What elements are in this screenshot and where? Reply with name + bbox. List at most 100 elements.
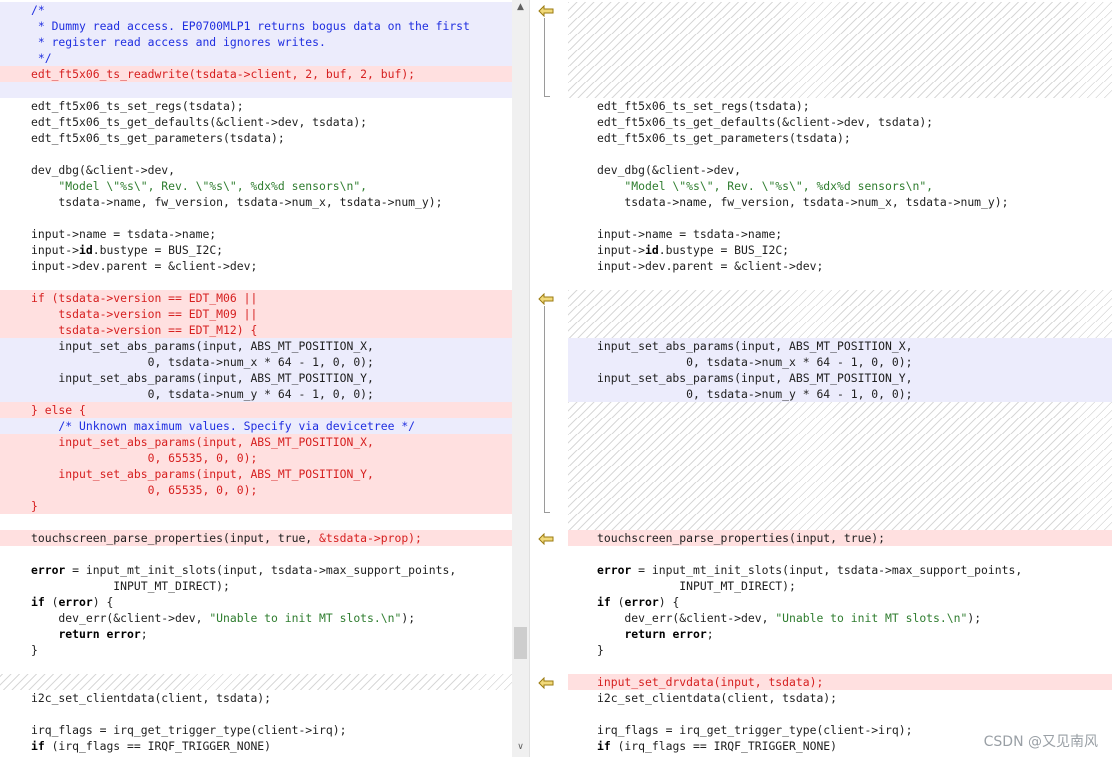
code-line[interactable]: [0, 210, 512, 226]
code-line[interactable]: dev_dbg(&client->dev,: [568, 162, 1112, 178]
code-line[interactable]: if (error) {: [568, 594, 1112, 610]
code-line[interactable]: * register read access and ignores write…: [0, 34, 512, 50]
code-line[interactable]: }: [568, 642, 1112, 658]
code-line[interactable]: [568, 434, 1112, 450]
code-line[interactable]: [0, 674, 512, 690]
code-line[interactable]: [568, 546, 1112, 562]
code-line[interactable]: edt_ft5x06_ts_get_defaults(&client->dev,…: [568, 114, 1112, 130]
arrow-left-icon[interactable]: [538, 533, 554, 545]
code-line[interactable]: [568, 18, 1112, 34]
code-line[interactable]: [568, 706, 1112, 722]
code-line[interactable]: i2c_set_clientdata(client, tsdata);: [0, 690, 512, 706]
left-diff-pane[interactable]: /* * Dummy read access. EP0700MLP1 retur…: [0, 0, 512, 757]
code-line[interactable]: input->dev.parent = &client->dev;: [0, 258, 512, 274]
code-line[interactable]: * Dummy read access. EP0700MLP1 returns …: [0, 18, 512, 34]
code-line[interactable]: [568, 2, 1112, 18]
code-line[interactable]: error = input_mt_init_slots(input, tsdat…: [0, 562, 512, 578]
code-line[interactable]: "Model \"%s\", Rev. \"%s\", %dx%d sensor…: [0, 178, 512, 194]
code-line[interactable]: input->id.bustype = BUS_I2C;: [568, 242, 1112, 258]
code-line[interactable]: input_set_abs_params(input, ABS_MT_POSIT…: [568, 338, 1112, 354]
code-line[interactable]: tsdata->name, fw_version, tsdata->num_x,…: [568, 194, 1112, 210]
arrow-left-icon[interactable]: [538, 5, 554, 17]
code-line[interactable]: /*: [0, 2, 512, 18]
arrow-left-icon[interactable]: [538, 677, 554, 689]
code-line[interactable]: [568, 306, 1112, 322]
code-line[interactable]: [568, 66, 1112, 82]
code-line[interactable]: 0, tsdata->num_x * 64 - 1, 0, 0);: [568, 354, 1112, 370]
code-line[interactable]: [568, 402, 1112, 418]
vertical-scrollbar[interactable]: ▲ ∨: [512, 0, 529, 757]
code-line[interactable]: [568, 210, 1112, 226]
code-line[interactable]: 0, tsdata->num_y * 64 - 1, 0, 0);: [0, 386, 512, 402]
code-line[interactable]: /* Unknown maximum values. Specify via d…: [0, 418, 512, 434]
code-line[interactable]: [568, 450, 1112, 466]
code-line[interactable]: input_set_abs_params(input, ABS_MT_POSIT…: [0, 466, 512, 482]
code-line[interactable]: input_set_abs_params(input, ABS_MT_POSIT…: [568, 370, 1112, 386]
code-line[interactable]: edt_ft5x06_ts_get_parameters(tsdata);: [568, 130, 1112, 146]
code-line[interactable]: edt_ft5x06_ts_set_regs(tsdata);: [568, 98, 1112, 114]
code-line[interactable]: tsdata->version == EDT_M12) {: [0, 322, 512, 338]
code-line[interactable]: [568, 498, 1112, 514]
scroll-up-icon[interactable]: ▲: [514, 0, 527, 14]
code-line[interactable]: 0, 65535, 0, 0);: [0, 482, 512, 498]
code-line[interactable]: [568, 322, 1112, 338]
code-line[interactable]: */: [0, 50, 512, 66]
code-line[interactable]: [568, 658, 1112, 674]
code-line[interactable]: [568, 418, 1112, 434]
code-line[interactable]: i2c_set_clientdata(client, tsdata);: [568, 690, 1112, 706]
code-line[interactable]: input->dev.parent = &client->dev;: [568, 258, 1112, 274]
code-line[interactable]: [0, 82, 512, 98]
code-line[interactable]: edt_ft5x06_ts_set_regs(tsdata);: [0, 98, 512, 114]
code-line[interactable]: input->id.bustype = BUS_I2C;: [0, 242, 512, 258]
code-line[interactable]: [568, 34, 1112, 50]
code-line[interactable]: dev_dbg(&client->dev,: [0, 162, 512, 178]
code-line[interactable]: input->name = tsdata->name;: [568, 226, 1112, 242]
code-line[interactable]: 0, 65535, 0, 0);: [0, 450, 512, 466]
code-line[interactable]: 0, tsdata->num_x * 64 - 1, 0, 0);: [0, 354, 512, 370]
code-line[interactable]: [568, 146, 1112, 162]
code-line[interactable]: edt_ft5x06_ts_get_parameters(tsdata);: [0, 130, 512, 146]
code-line[interactable]: [0, 274, 512, 290]
code-line[interactable]: }: [0, 498, 512, 514]
code-line[interactable]: edt_ft5x06_ts_get_defaults(&client->dev,…: [0, 114, 512, 130]
code-line[interactable]: irq_flags = irq_get_trigger_type(client-…: [0, 722, 512, 738]
code-line[interactable]: return error;: [0, 626, 512, 642]
code-line[interactable]: touchscreen_parse_properties(input, true…: [568, 530, 1112, 546]
code-line[interactable]: [0, 546, 512, 562]
right-diff-pane[interactable]: edt_ft5x06_ts_set_regs(tsdata); edt_ft5x0…: [568, 0, 1112, 757]
code-line[interactable]: INPUT_MT_DIRECT);: [0, 578, 512, 594]
code-line[interactable]: return error;: [568, 626, 1112, 642]
code-line[interactable]: [0, 706, 512, 722]
code-line[interactable]: [568, 274, 1112, 290]
code-line[interactable]: dev_err(&client->dev, "Unable to init MT…: [568, 610, 1112, 626]
arrow-left-icon[interactable]: [538, 293, 554, 305]
code-line[interactable]: touchscreen_parse_properties(input, true…: [0, 530, 512, 546]
scroll-down-icon[interactable]: ∨: [514, 740, 527, 754]
code-line[interactable]: "Model \"%s\", Rev. \"%s\", %dx%d sensor…: [568, 178, 1112, 194]
code-line[interactable]: input->name = tsdata->name;: [0, 226, 512, 242]
code-line[interactable]: INPUT_MT_DIRECT);: [568, 578, 1112, 594]
code-line[interactable]: dev_err(&client->dev, "Unable to init MT…: [0, 610, 512, 626]
code-line[interactable]: error = input_mt_init_slots(input, tsdat…: [568, 562, 1112, 578]
code-line[interactable]: if (irq_flags == IRQF_TRIGGER_NONE): [0, 738, 512, 754]
code-line[interactable]: [0, 514, 512, 530]
code-line[interactable]: } else {: [0, 402, 512, 418]
code-line[interactable]: edt_ft5x06_ts_readwrite(tsdata->client, …: [0, 66, 512, 82]
code-line[interactable]: [0, 658, 512, 674]
code-line[interactable]: [0, 146, 512, 162]
code-line[interactable]: if (tsdata->version == EDT_M06 ||: [0, 290, 512, 306]
code-line[interactable]: [568, 466, 1112, 482]
code-line[interactable]: [568, 482, 1112, 498]
code-line[interactable]: [568, 290, 1112, 306]
code-line[interactable]: input_set_drvdata(input, tsdata);: [568, 674, 1112, 690]
code-line[interactable]: [568, 50, 1112, 66]
code-line[interactable]: input_set_abs_params(input, ABS_MT_POSIT…: [0, 434, 512, 450]
code-line[interactable]: [568, 514, 1112, 530]
code-line[interactable]: input_set_abs_params(input, ABS_MT_POSIT…: [0, 370, 512, 386]
code-line[interactable]: 0, tsdata->num_y * 64 - 1, 0, 0);: [568, 386, 1112, 402]
code-line[interactable]: if (error) {: [0, 594, 512, 610]
code-line[interactable]: tsdata->name, fw_version, tsdata->num_x,…: [0, 194, 512, 210]
scrollbar-thumb[interactable]: [514, 627, 527, 659]
code-line[interactable]: [568, 82, 1112, 98]
code-line[interactable]: input_set_abs_params(input, ABS_MT_POSIT…: [0, 338, 512, 354]
